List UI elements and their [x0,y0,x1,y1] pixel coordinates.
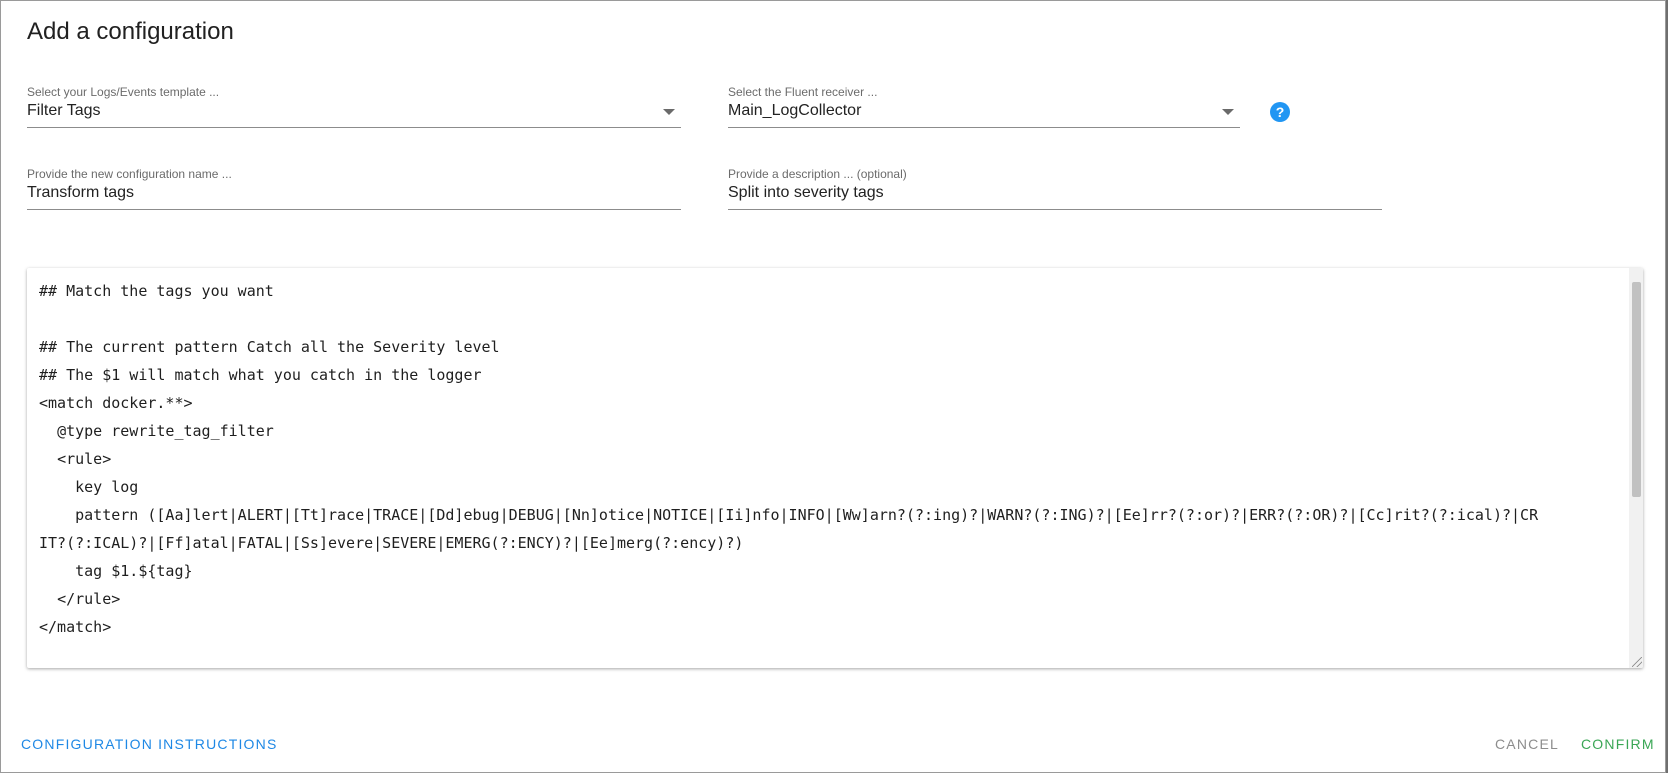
chevron-down-icon[interactable] [1222,109,1234,115]
resize-handle-icon[interactable] [1632,657,1642,667]
chevron-down-icon[interactable] [663,109,675,115]
configuration-name-input[interactable]: Provide the new configuration name ... T… [27,167,681,213]
dialog-title: Add a configuration [27,18,234,45]
template-select-underline [27,127,681,128]
receiver-select-value: Main_LogCollector [728,102,862,119]
add-configuration-dialog: Add a configuration Select your Logs/Eve… [0,0,1666,773]
cancel-button[interactable]: CANCEL [1495,736,1559,752]
template-select-value: Filter Tags [27,102,101,119]
configuration-name-underline [27,209,681,210]
receiver-select-underline [728,127,1240,128]
receiver-select[interactable]: Select the Fluent receiver ... Main_LogC… [728,85,1240,131]
configuration-instructions-button[interactable]: CONFIGURATION INSTRUCTIONS [21,736,278,752]
description-label: Provide a description ... (optional) [728,167,907,181]
configuration-editor-text[interactable]: ## Match the tags you want ## The curren… [39,277,1539,641]
description-input[interactable]: Provide a description ... (optional) Spl… [728,167,1382,213]
editor-scrollbar-thumb[interactable] [1632,282,1641,497]
help-icon[interactable]: ? [1270,102,1290,122]
receiver-select-label: Select the Fluent receiver ... [728,85,878,99]
description-underline [728,209,1382,210]
template-select-label: Select your Logs/Events template ... [27,85,220,99]
confirm-button[interactable]: CONFIRM [1581,736,1655,752]
description-value[interactable]: Split into severity tags [728,184,884,202]
template-select[interactable]: Select your Logs/Events template ... Fil… [27,85,681,131]
configuration-name-label: Provide the new configuration name ... [27,167,232,181]
editor-scrollbar[interactable] [1629,268,1643,668]
configuration-name-value[interactable]: Transform tags [27,184,134,202]
configuration-editor[interactable]: ## Match the tags you want ## The curren… [27,268,1643,668]
